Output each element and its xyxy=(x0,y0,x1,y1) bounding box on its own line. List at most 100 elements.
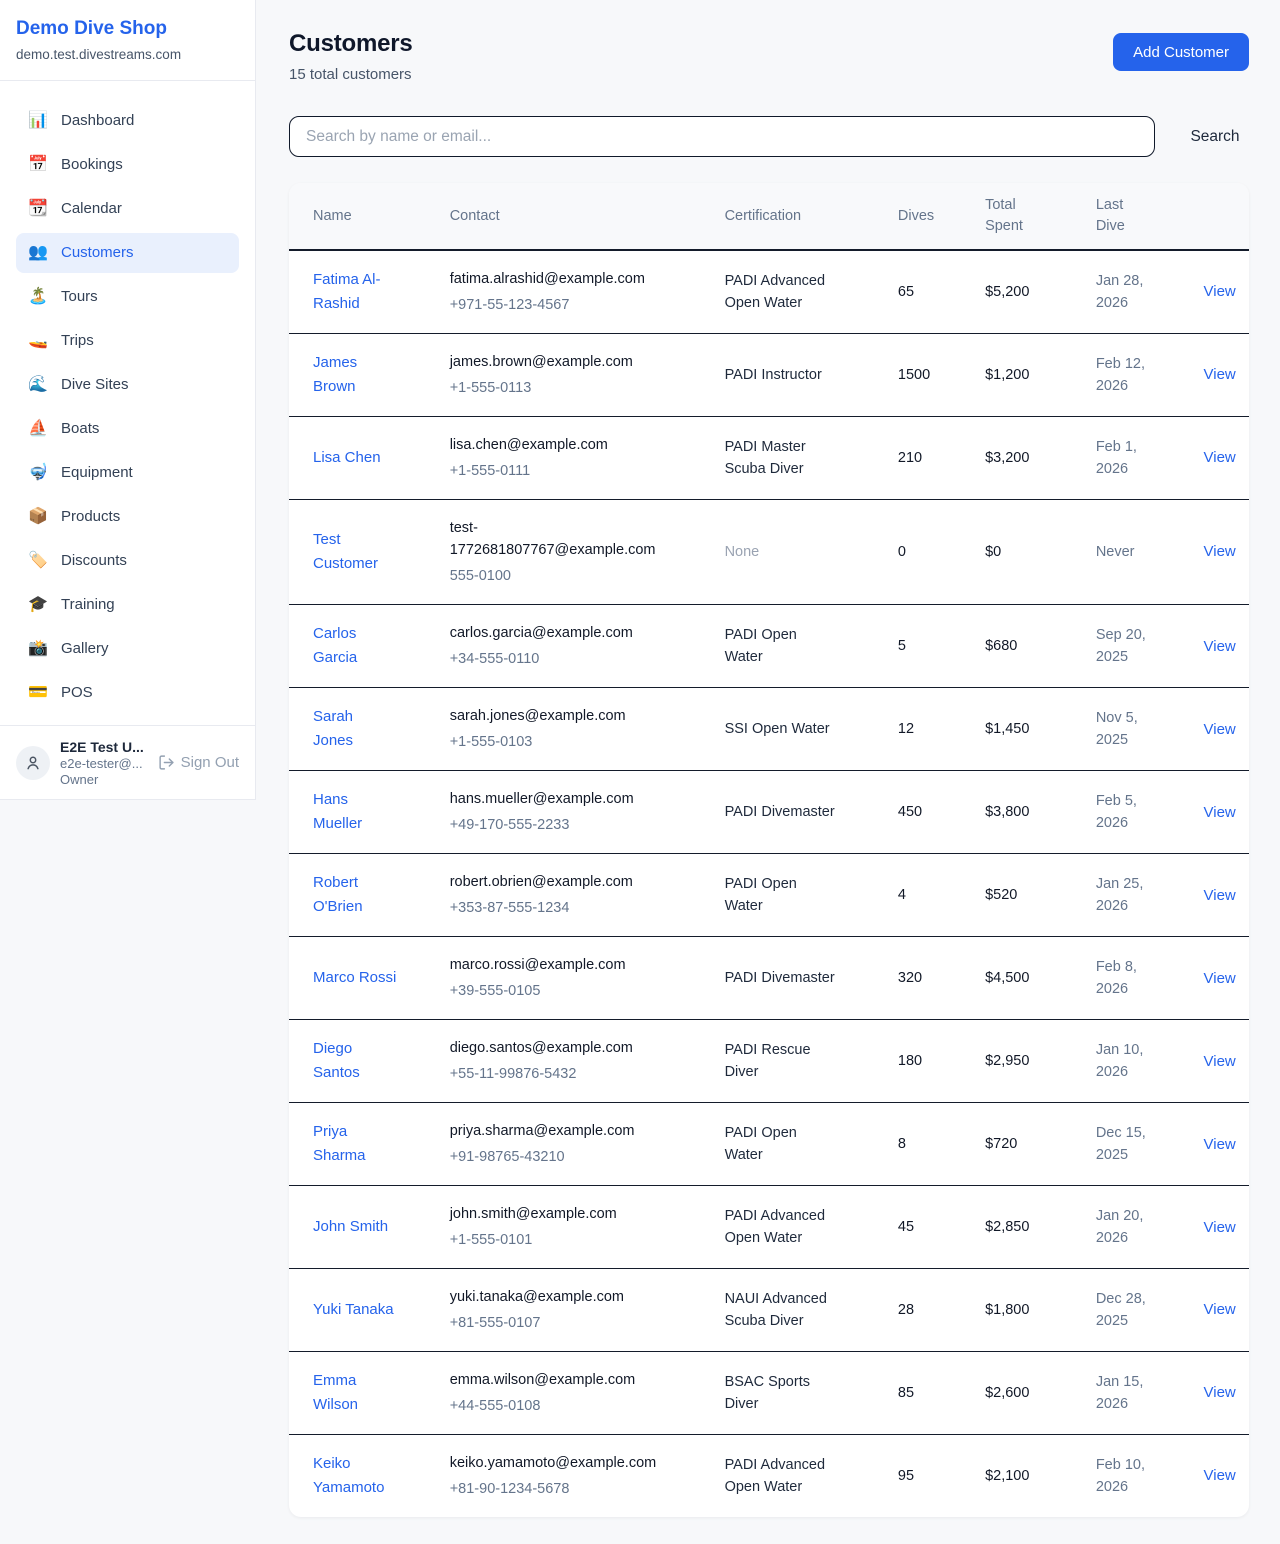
view-link[interactable]: View xyxy=(1204,1467,1236,1484)
main-content: Customers 15 total customers Add Custome… xyxy=(256,0,1280,1544)
customer-name-link[interactable]: Yuki Tanaka xyxy=(313,1298,394,1322)
customer-certification: PADI Advanced Open Water xyxy=(725,270,838,315)
customer-certification: PADI Divemaster xyxy=(725,801,835,823)
customer-dives: 0 xyxy=(898,544,906,560)
view-link[interactable]: View xyxy=(1204,887,1236,904)
actions-cell: View xyxy=(1192,334,1249,417)
sidebar-item-pos[interactable]: 💳POS xyxy=(16,673,239,713)
view-link[interactable]: View xyxy=(1204,970,1236,987)
view-link[interactable]: View xyxy=(1204,283,1236,300)
customer-last-dive: Jan 28, 2026 xyxy=(1096,270,1150,315)
search-button[interactable]: Search xyxy=(1155,128,1249,146)
customer-certification: NAUI Advanced Scuba Diver xyxy=(725,1288,838,1333)
customer-total-spent: $520 xyxy=(985,887,1017,903)
sidebar-item-calendar[interactable]: 📆Calendar xyxy=(16,189,239,229)
actions-cell: View xyxy=(1192,499,1249,604)
dives-cell: 0 xyxy=(886,499,973,604)
view-link[interactable]: View xyxy=(1204,449,1236,466)
customer-phone: +49-170-555-2233 xyxy=(450,814,701,836)
last-dive-cell: Jan 20, 2026 xyxy=(1084,1186,1192,1269)
customer-certification: PADI Divemaster xyxy=(725,967,835,989)
customer-name-link[interactable]: Robert O'Brien xyxy=(313,871,397,919)
contact-cell: lisa.chen@example.com+1-555-0111 xyxy=(438,417,713,500)
customer-name-link[interactable]: Lisa Chen xyxy=(313,446,381,470)
view-link[interactable]: View xyxy=(1204,1136,1236,1153)
page-header-text: Customers 15 total customers xyxy=(289,30,413,83)
column-header-label: Name xyxy=(313,206,352,227)
actions-cell: View xyxy=(1192,854,1249,937)
sidebar-item-dashboard[interactable]: 📊Dashboard xyxy=(16,101,239,141)
sidebar-item-label: POS xyxy=(61,681,93,705)
sidebar-item-products[interactable]: 📦Products xyxy=(16,497,239,537)
customer-name-link[interactable]: John Smith xyxy=(313,1215,388,1239)
customer-name-link[interactable]: Diego Santos xyxy=(313,1037,397,1085)
sidebar-item-label: Gallery xyxy=(61,637,109,661)
shop-domain: demo.test.divestreams.com xyxy=(16,47,239,62)
customer-name-link[interactable]: Hans Mueller xyxy=(313,788,397,836)
view-link[interactable]: View xyxy=(1204,721,1236,738)
sidebar-item-tours[interactable]: 🏝️Tours xyxy=(16,277,239,317)
sidebar-item-label: Dive Sites xyxy=(61,373,129,397)
sidebar-item-boats[interactable]: ⛵Boats xyxy=(16,409,239,449)
sidebar-item-label: Dashboard xyxy=(61,109,134,133)
view-link[interactable]: View xyxy=(1204,804,1236,821)
last-dive-cell: Feb 10, 2026 xyxy=(1084,1435,1192,1518)
sidebar-item-dive-sites[interactable]: 🌊Dive Sites xyxy=(16,365,239,405)
search-input[interactable] xyxy=(289,116,1155,157)
customer-name-link[interactable]: Sarah Jones xyxy=(313,705,397,753)
sidebar-item-customers[interactable]: 👥Customers xyxy=(16,233,239,273)
sidebar-item-label: Boats xyxy=(61,417,99,441)
last-dive-cell: Feb 5, 2026 xyxy=(1084,771,1192,854)
customer-name-link[interactable]: Priya Sharma xyxy=(313,1120,397,1168)
certification-cell: NAUI Advanced Scuba Diver xyxy=(713,1269,886,1352)
view-link[interactable]: View xyxy=(1204,1053,1236,1070)
customer-dives: 5 xyxy=(898,638,906,654)
customer-name-link[interactable]: Carlos Garcia xyxy=(313,622,397,670)
table-row: Priya Sharmapriya.sharma@example.com+91-… xyxy=(289,1103,1249,1186)
sign-out-button[interactable]: Sign Out xyxy=(158,754,239,771)
customer-name-link[interactable]: Fatima Al-Rashid xyxy=(313,268,397,316)
sidebar-item-training[interactable]: 🎓Training xyxy=(16,585,239,625)
logout-icon xyxy=(158,754,175,771)
certification-cell: PADI Open Water xyxy=(713,1103,886,1186)
user-name: E2E Test U... xyxy=(60,739,148,755)
customer-phone: +44-555-0108 xyxy=(450,1395,701,1417)
view-link[interactable]: View xyxy=(1204,366,1236,383)
view-link[interactable]: View xyxy=(1204,543,1236,560)
customer-total-spent: $2,950 xyxy=(985,1053,1029,1069)
sidebar-item-equipment[interactable]: 🤿Equipment xyxy=(16,453,239,493)
actions-cell: View xyxy=(1192,937,1249,1020)
sidebar-item-label: Calendar xyxy=(61,197,122,221)
view-link[interactable]: View xyxy=(1204,638,1236,655)
view-link[interactable]: View xyxy=(1204,1384,1236,1401)
sidebar-item-discounts[interactable]: 🏷️Discounts xyxy=(16,541,239,581)
last-dive-cell: Jan 15, 2026 xyxy=(1084,1352,1192,1435)
sidebar-item-bookings[interactable]: 📅Bookings xyxy=(16,145,239,185)
customer-name-link[interactable]: Test Customer xyxy=(313,528,397,576)
sidebar-item-trips[interactable]: 🚤Trips xyxy=(16,321,239,361)
customers-table: NameContactCertificationDivesTotal Spent… xyxy=(289,183,1249,1517)
table-row: Robert O'Brienrobert.obrien@example.com+… xyxy=(289,854,1249,937)
customer-last-dive: Jan 25, 2026 xyxy=(1096,873,1150,918)
view-link[interactable]: View xyxy=(1204,1301,1236,1318)
view-link[interactable]: View xyxy=(1204,1219,1236,1236)
sidebar-item-gallery[interactable]: 📸Gallery xyxy=(16,629,239,669)
table-row: Keiko Yamamotokeiko.yamamoto@example.com… xyxy=(289,1435,1249,1518)
certification-cell: PADI Master Scuba Diver xyxy=(713,417,886,500)
actions-cell: View xyxy=(1192,1269,1249,1352)
contact-cell: emma.wilson@example.com+44-555-0108 xyxy=(438,1352,713,1435)
add-customer-button[interactable]: Add Customer xyxy=(1113,33,1249,71)
customer-name-link[interactable]: Marco Rossi xyxy=(313,966,396,990)
name-cell: Lisa Chen xyxy=(289,417,438,500)
customer-name-link[interactable]: James Brown xyxy=(313,351,397,399)
actions-cell: View xyxy=(1192,605,1249,688)
total-spent-cell: $1,450 xyxy=(973,688,1084,771)
customer-last-dive: Feb 1, 2026 xyxy=(1096,436,1150,481)
customer-name-link[interactable]: Keiko Yamamoto xyxy=(313,1452,397,1500)
table-row: Test Customertest-1772681807767@example.… xyxy=(289,499,1249,604)
customer-total-spent: $1,800 xyxy=(985,1302,1029,1318)
customer-last-dive: Dec 28, 2025 xyxy=(1096,1288,1150,1333)
contact-cell: diego.santos@example.com+55-11-99876-543… xyxy=(438,1020,713,1103)
certification-cell: BSAC Sports Diver xyxy=(713,1352,886,1435)
customer-name-link[interactable]: Emma Wilson xyxy=(313,1369,397,1417)
